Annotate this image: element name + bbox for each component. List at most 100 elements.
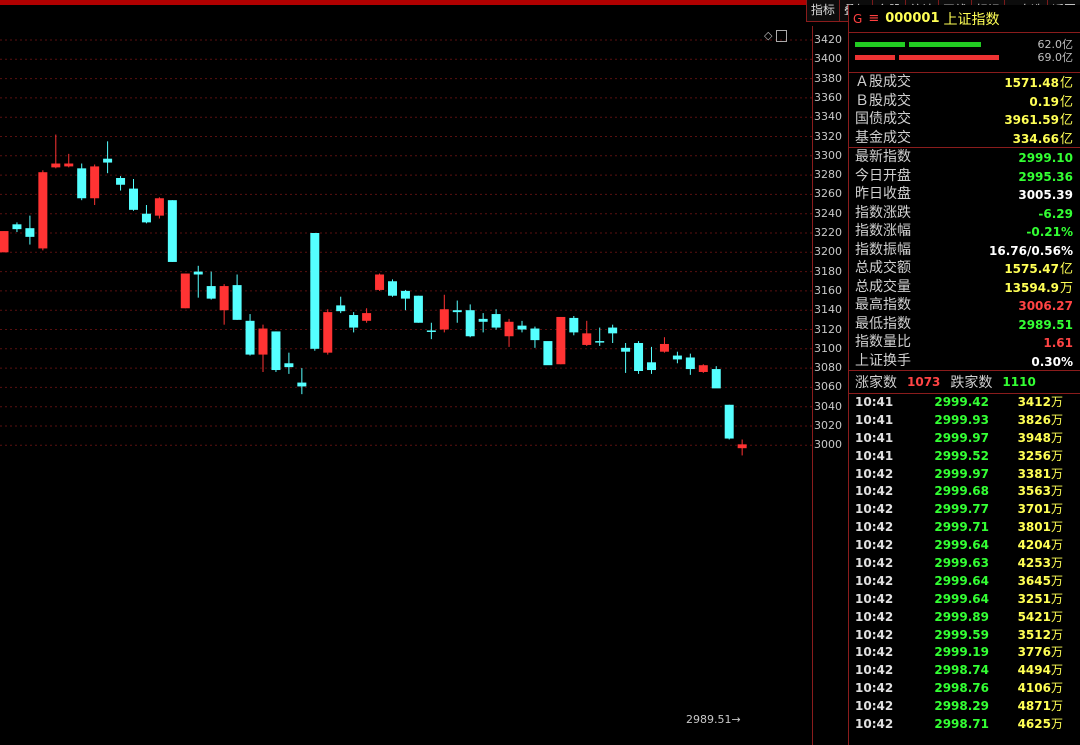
candle[interactable]: [362, 308, 372, 323]
candle-body: [193, 271, 203, 275]
candle-body: [362, 313, 372, 321]
green-bar-value: 62.0亿: [1037, 38, 1074, 51]
candle[interactable]: [193, 265, 203, 298]
stat-row: 最高指数 3006.27: [849, 296, 1080, 315]
candle[interactable]: [413, 295, 423, 323]
candle[interactable]: [685, 353, 695, 375]
candle[interactable]: [219, 284, 229, 325]
tick-time: 10:41: [855, 430, 894, 445]
candle[interactable]: [634, 341, 644, 374]
tick-unit: 万: [1050, 556, 1063, 571]
turnover-unit: 亿: [1059, 131, 1073, 147]
candle[interactable]: [439, 294, 449, 333]
candle[interactable]: [724, 404, 734, 440]
candle-body: [141, 213, 151, 223]
stat-value-wrap: 3005.39: [1018, 185, 1073, 204]
price-tick-label: 3400: [814, 52, 842, 66]
tick-volume: 3801: [1017, 520, 1051, 535]
candle[interactable]: [400, 289, 410, 311]
candle[interactable]: [103, 141, 113, 174]
stat-value: 16.76/0.56%: [989, 243, 1073, 258]
candle-body: [517, 325, 527, 330]
panel-toggle-icon[interactable]: [776, 30, 788, 42]
chart-icon-group: ◇: [764, 29, 788, 42]
candle[interactable]: [167, 200, 177, 262]
candle[interactable]: [375, 273, 385, 291]
candle[interactable]: [129, 178, 138, 211]
candle[interactable]: [90, 164, 100, 206]
toolbar-button[interactable]: 指标: [807, 0, 840, 21]
tick-time: 10:42: [855, 466, 894, 481]
candle[interactable]: [659, 337, 669, 353]
menu-icon[interactable]: ≡: [868, 11, 879, 26]
price-tick-label: 3040: [814, 399, 842, 413]
tick-price: 2999.52: [934, 448, 989, 463]
candle[interactable]: [388, 279, 397, 297]
red-bar-a: [855, 55, 895, 60]
candle[interactable]: [310, 233, 320, 351]
stat-row: 今日开盘 2995.36: [849, 167, 1080, 186]
candle[interactable]: [323, 309, 333, 355]
kline-chart-area[interactable]: ◇ 3420 3400 3380 3360 3340 3320 3300 3280 3260 32…: [0, 5, 848, 745]
candle[interactable]: [12, 222, 22, 233]
turnover-value-wrap: 0.19亿: [1029, 92, 1073, 111]
candle[interactable]: [206, 271, 216, 300]
candle[interactable]: [154, 197, 164, 219]
candle[interactable]: [737, 439, 747, 456]
candle-body: [232, 285, 242, 320]
candle[interactable]: [116, 176, 126, 191]
candle[interactable]: [336, 296, 346, 314]
tick-volume: 3256: [1017, 448, 1051, 463]
candle-body: [465, 310, 475, 337]
candle[interactable]: [51, 134, 61, 169]
candle[interactable]: [38, 170, 48, 251]
candle[interactable]: [556, 316, 566, 365]
turnover-value: 1571.48: [1004, 76, 1059, 90]
candle[interactable]: [530, 326, 540, 348]
candle[interactable]: [77, 163, 87, 201]
candle[interactable]: [569, 315, 579, 336]
price-tick-label: 3220: [814, 226, 842, 239]
candle[interactable]: [504, 318, 514, 347]
tick-row: 10:42 2999.89 5421万: [849, 609, 1080, 627]
kline-chart-svg[interactable]: [0, 5, 848, 745]
candle[interactable]: [426, 322, 436, 340]
tick-list[interactable]: 10:41 2999.42 3412万 10:41 2999.93 3826万 10:41 2…: [849, 394, 1080, 734]
candle[interactable]: [25, 215, 35, 245]
tick-row: 10:42 2999.64 3251万: [849, 591, 1080, 609]
turnover-value-wrap: 3961.59亿: [1004, 110, 1073, 129]
candle[interactable]: [711, 366, 721, 389]
stat-value-wrap: 1.61: [1043, 333, 1073, 352]
candle[interactable]: [582, 320, 592, 346]
candle[interactable]: [465, 304, 475, 338]
candle[interactable]: [141, 205, 151, 224]
candle[interactable]: [180, 273, 190, 309]
diamond-icon[interactable]: ◇: [764, 29, 772, 42]
candle[interactable]: [284, 352, 294, 374]
candle[interactable]: [491, 309, 501, 330]
candle[interactable]: [621, 343, 631, 373]
candle[interactable]: [245, 314, 255, 356]
candle[interactable]: [232, 274, 242, 320]
stat-label: 最新指数: [855, 149, 911, 165]
price-tick-label: 3140: [814, 303, 842, 317]
candle[interactable]: [543, 341, 553, 366]
candle-body: [77, 168, 87, 199]
candle[interactable]: [698, 364, 708, 373]
tick-row: 10:42 2999.71 3801万: [849, 519, 1080, 537]
candle[interactable]: [271, 331, 281, 372]
candle[interactable]: [452, 300, 462, 323]
candle[interactable]: [608, 324, 618, 344]
tick-row: 10:42 2999.59 3512万: [849, 627, 1080, 645]
candle[interactable]: [517, 320, 527, 333]
candle[interactable]: [595, 327, 605, 346]
candle[interactable]: [647, 346, 656, 374]
candle[interactable]: [0, 231, 9, 253]
candle[interactable]: [672, 351, 682, 364]
tick-price: 2998.76: [934, 681, 989, 696]
tick-unit: 万: [1050, 573, 1063, 588]
g-icon[interactable]: G: [853, 12, 862, 26]
candle[interactable]: [258, 324, 268, 372]
tick-time: 10:41: [855, 412, 894, 427]
candle[interactable]: [297, 368, 307, 395]
